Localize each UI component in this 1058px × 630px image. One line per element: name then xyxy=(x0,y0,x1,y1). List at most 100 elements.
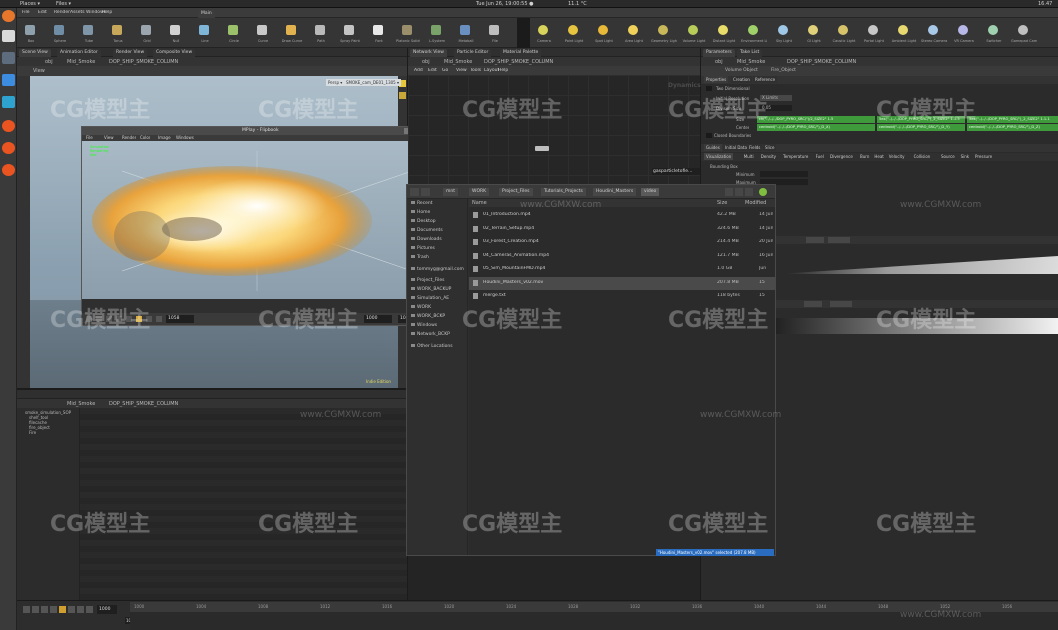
camera-menu[interactable]: SMOKE_cam_DE01_1305 ▾ xyxy=(344,79,401,86)
shelf-light-icon[interactable] xyxy=(1018,25,1028,35)
vis-tab-sink[interactable]: Sink xyxy=(958,153,972,160)
file-row[interactable]: 04_Cameras_Animation.mp4 121.7 MB 16 Jun xyxy=(469,250,775,263)
houdini-icon-3[interactable] xyxy=(2,164,15,176)
timeline-play-button[interactable] xyxy=(59,606,66,613)
sidebar-item[interactable]: Trash xyxy=(411,255,429,260)
browser-icon[interactable] xyxy=(2,96,15,108)
vis-tab-divergence[interactable]: Divergence xyxy=(828,153,855,160)
network-menu-go[interactable]: Go xyxy=(442,68,448,73)
sidebar-item[interactable]: Recent xyxy=(411,201,433,206)
breadcrumb-houdini-masters[interactable]: Houdini_Masters xyxy=(593,188,637,196)
ramp-preset-menu-2[interactable] xyxy=(830,301,852,307)
sidebar-item[interactable]: tommyg@gmail.com xyxy=(411,267,464,272)
mplay-menu-image[interactable]: Image xyxy=(158,135,171,140)
two-dimensional-checkbox[interactable] xyxy=(706,86,712,91)
ramp-menu[interactable] xyxy=(806,237,824,243)
shelf-icon[interactable] xyxy=(199,25,209,35)
path-obj[interactable]: obj xyxy=(45,59,53,65)
vis-tab-velocity[interactable]: Velocity xyxy=(886,153,907,160)
files-menu[interactable]: Files ▾ xyxy=(56,1,71,7)
tab-scene-view[interactable]: Scene View xyxy=(19,49,51,57)
timeline-frame-field[interactable]: 1000 xyxy=(97,605,117,614)
tab-creation[interactable]: Creation xyxy=(731,76,752,83)
shelf-icon[interactable] xyxy=(83,25,93,35)
terminal-icon[interactable] xyxy=(2,52,15,64)
closed-boundaries-checkbox[interactable] xyxy=(706,133,712,138)
vis-tab-source[interactable]: Source xyxy=(939,153,957,160)
shelf-light-icon[interactable] xyxy=(928,25,938,35)
tab-material-palette[interactable]: Material Palette xyxy=(500,49,542,57)
forward-icon[interactable] xyxy=(421,188,430,196)
timeline-first-button[interactable] xyxy=(23,606,30,613)
sidebar-item[interactable]: Project_Files xyxy=(411,278,445,283)
vis-tab-heat[interactable]: Heat xyxy=(872,153,886,160)
breadcrumb-tutorials[interactable]: Tutorials_Projects xyxy=(541,188,586,196)
node-name[interactable]: Fire_Object xyxy=(771,68,796,73)
tab-guides[interactable]: Guides xyxy=(704,144,722,151)
shelf-icon[interactable] xyxy=(257,25,267,35)
shelf-light-icon[interactable] xyxy=(538,25,548,35)
vis-tab-temperature[interactable]: Temperature xyxy=(781,153,811,160)
tab-slice[interactable]: Slice xyxy=(763,144,777,151)
firefox-icon[interactable] xyxy=(2,10,15,22)
params-path-obj[interactable]: obj xyxy=(715,59,723,65)
tab-composite-view[interactable]: Composite View xyxy=(153,49,196,57)
shelf-icon[interactable] xyxy=(431,25,441,35)
size-x-field[interactable]: ch("../../../DOP_PYRO_SRC/")/2_SIZE2" 1.… xyxy=(757,116,875,123)
timeline-prev-key-button[interactable] xyxy=(32,606,39,613)
tab-initial-data[interactable]: Initial Data xyxy=(723,144,749,151)
sidebar-item[interactable]: Pictures xyxy=(411,246,435,251)
breadcrumb-mnt[interactable]: mnt xyxy=(443,188,458,196)
vis-tab-pressure[interactable]: Pressure xyxy=(973,153,995,160)
shelf-icon[interactable] xyxy=(286,25,296,35)
shelf-light-icon[interactable] xyxy=(658,25,668,35)
center-y-field[interactable]: centroid("../../../DOP_PYRO_SRC/")_D_Y) xyxy=(877,124,965,131)
tab-parameters[interactable]: Parameters xyxy=(703,49,735,57)
size-z-field[interactable]: 5ex("../../../DOP_PYRO_SRC/")_2_SIZE2" 1… xyxy=(967,116,1058,123)
vis-tab-burn[interactable]: Burn xyxy=(858,153,872,160)
params-path-node[interactable]: Mid_Smoke xyxy=(737,59,765,65)
back-icon[interactable] xyxy=(410,188,419,196)
tree-path-node[interactable]: Mid_Smoke xyxy=(67,401,95,407)
tree-path-dop[interactable]: DOP_SHIP_SMOKE_COLUMN xyxy=(109,401,178,407)
shelf-icon[interactable] xyxy=(54,25,64,35)
network-menu-view[interactable]: View xyxy=(456,68,467,73)
file-row[interactable]: 03_Forest_Creation.mp4 214.4 MB 20 Jun xyxy=(469,236,775,249)
mplay-menu-file[interactable]: File xyxy=(86,135,93,140)
file-row[interactable]: Houdini_Masters_v02.mov 207.8 MB 15 xyxy=(469,276,775,290)
file-row[interactable]: 01_Introduction.mp4 42.2 MB 14 Jun xyxy=(469,209,775,222)
vis-tab-density[interactable]: Density xyxy=(758,153,779,160)
file-row[interactable]: 02_Terrain_Setup.mp4 324.6 MB 14 Jun xyxy=(469,223,775,236)
shelf-light-icon[interactable] xyxy=(568,25,578,35)
tab-fields[interactable]: Fields xyxy=(747,144,763,151)
shelf-light-icon[interactable] xyxy=(718,25,728,35)
tab-render-view[interactable]: Render View xyxy=(113,49,148,57)
shelf-icon[interactable] xyxy=(373,25,383,35)
menu-render[interactable]: Render xyxy=(54,10,70,15)
tab-particle-editor[interactable]: Particle Editor xyxy=(454,49,492,57)
ramp-menu-2[interactable] xyxy=(804,301,822,307)
network-menu-help[interactable]: Help xyxy=(498,68,508,73)
persp-menu[interactable]: Persp ▾ xyxy=(326,79,345,86)
shelf-icon[interactable] xyxy=(489,25,499,35)
file-row[interactable]: 05_Sim_MountainFMD.mp4 1.0 GB Jun xyxy=(469,263,775,276)
light-icon[interactable] xyxy=(399,92,406,99)
path-node[interactable]: Mid_Smoke xyxy=(67,59,95,65)
tab-properties[interactable]: Properties xyxy=(704,76,729,83)
files-icon[interactable] xyxy=(2,30,15,42)
mplay-canvas[interactable] xyxy=(82,141,445,299)
network-menu-tools[interactable]: Tools xyxy=(470,68,481,73)
sidebar-item[interactable]: Desktop xyxy=(411,219,436,224)
shelf-icon[interactable] xyxy=(460,25,470,35)
sidebar-item[interactable]: WORK_BACKUP xyxy=(411,287,451,292)
shelf-light-icon[interactable] xyxy=(838,25,848,35)
mplay-titlebar[interactable]: MPlay - Flipbook xyxy=(82,127,445,135)
menu-edit[interactable]: Edit xyxy=(38,10,47,15)
network-path-obj[interactable]: obj xyxy=(422,59,430,65)
sidebar-item[interactable]: WORK xyxy=(411,305,431,310)
shelf-light-icon[interactable] xyxy=(808,25,818,35)
sidebar-item[interactable]: Other Locations xyxy=(411,344,453,349)
shelf-light-icon[interactable] xyxy=(598,25,608,35)
column-name[interactable]: Name xyxy=(472,200,487,206)
shelf-light-icon[interactable] xyxy=(628,25,638,35)
